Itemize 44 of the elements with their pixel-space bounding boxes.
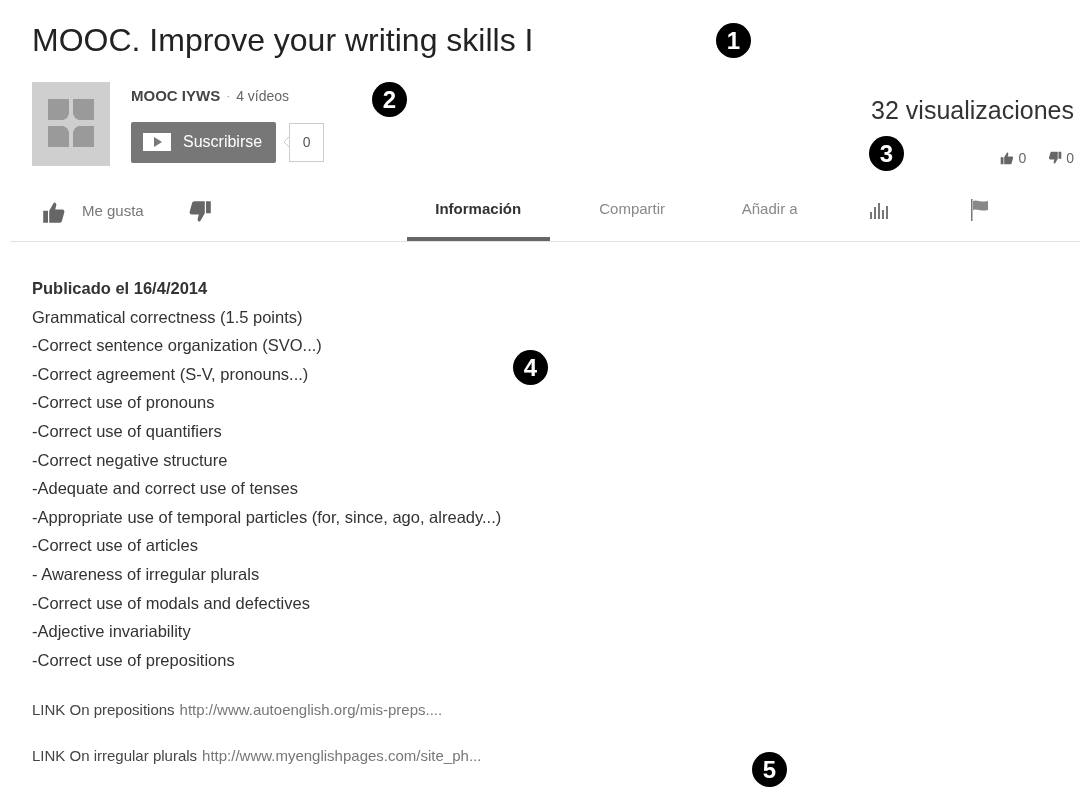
description-line: -Correct use of modals and defectives	[32, 592, 310, 614]
tab[interactable]: Compartir	[549, 182, 715, 241]
channel-name[interactable]: MOOC IYWS	[131, 85, 221, 108]
description-line: -Correct agreement (S-V, pronouns...)	[32, 363, 309, 385]
link-label: LINK On prepositions	[32, 700, 175, 721]
description-line: -Correct use of articles	[32, 535, 198, 557]
flag-icon	[969, 198, 990, 221]
thumbs-up-icon	[1000, 151, 1015, 165]
publish-date: Publicado el 16/4/2014	[32, 278, 209, 299]
description-line: -Correct sentence organization (SVO...)	[32, 335, 322, 357]
thumbs-down-icon	[1048, 151, 1063, 165]
callout-number: 3	[869, 136, 904, 171]
like-count: 0	[1018, 148, 1027, 168]
description-line: - Awareness of irregular plurals	[32, 563, 260, 585]
like-button[interactable]: Me gusta	[42, 191, 144, 232]
channel-avatar[interactable]	[32, 82, 110, 166]
bar-chart-icon	[868, 200, 891, 219]
description-line: -Correct negative structure	[32, 449, 228, 471]
description-line: -Correct use of prepositions	[32, 649, 235, 671]
callout-number: 2	[372, 82, 407, 117]
description-line: -Appropriate use of temporal particles (for, since, ago, already...)	[32, 506, 502, 528]
description-line: -Adequate and correct use of tenses	[32, 478, 298, 500]
subscribe-button[interactable]: Suscribirse	[131, 121, 277, 163]
play-icon	[143, 133, 171, 151]
callout-number: 1	[716, 23, 751, 58]
callout-number: 4	[513, 350, 548, 385]
subscriber-count: 0	[289, 122, 325, 162]
separator-dot: ·	[226, 88, 231, 106]
view-count: 32 visualizaciones	[871, 95, 1074, 126]
description-line: -Adjective invariability	[32, 621, 191, 643]
description-link[interactable]: http://www.autoenglish.org/mis-preps....	[179, 700, 443, 721]
tab[interactable]: Información	[406, 182, 550, 241]
tab[interactable]: Añadir a	[714, 182, 825, 241]
dislike-count: 0	[1066, 148, 1074, 168]
callout-number: 5	[752, 752, 787, 787]
description-line: -Correct use of quantifiers	[32, 420, 222, 442]
video-count: 4 vídeos	[236, 86, 290, 106]
thumbs-down-icon	[187, 199, 212, 224]
link-label: LINK On irregular plurals	[32, 746, 198, 767]
description-link[interactable]: http://www.myenglishpages.com/site_ph...	[202, 746, 482, 767]
description-line: Grammatical correctness (1.5 points)	[32, 306, 303, 328]
video-title: MOOC. Improve your writing skills I	[32, 21, 534, 60]
callout-pointer-icon	[284, 137, 290, 147]
description-line: -Correct use of pronouns	[32, 392, 215, 414]
